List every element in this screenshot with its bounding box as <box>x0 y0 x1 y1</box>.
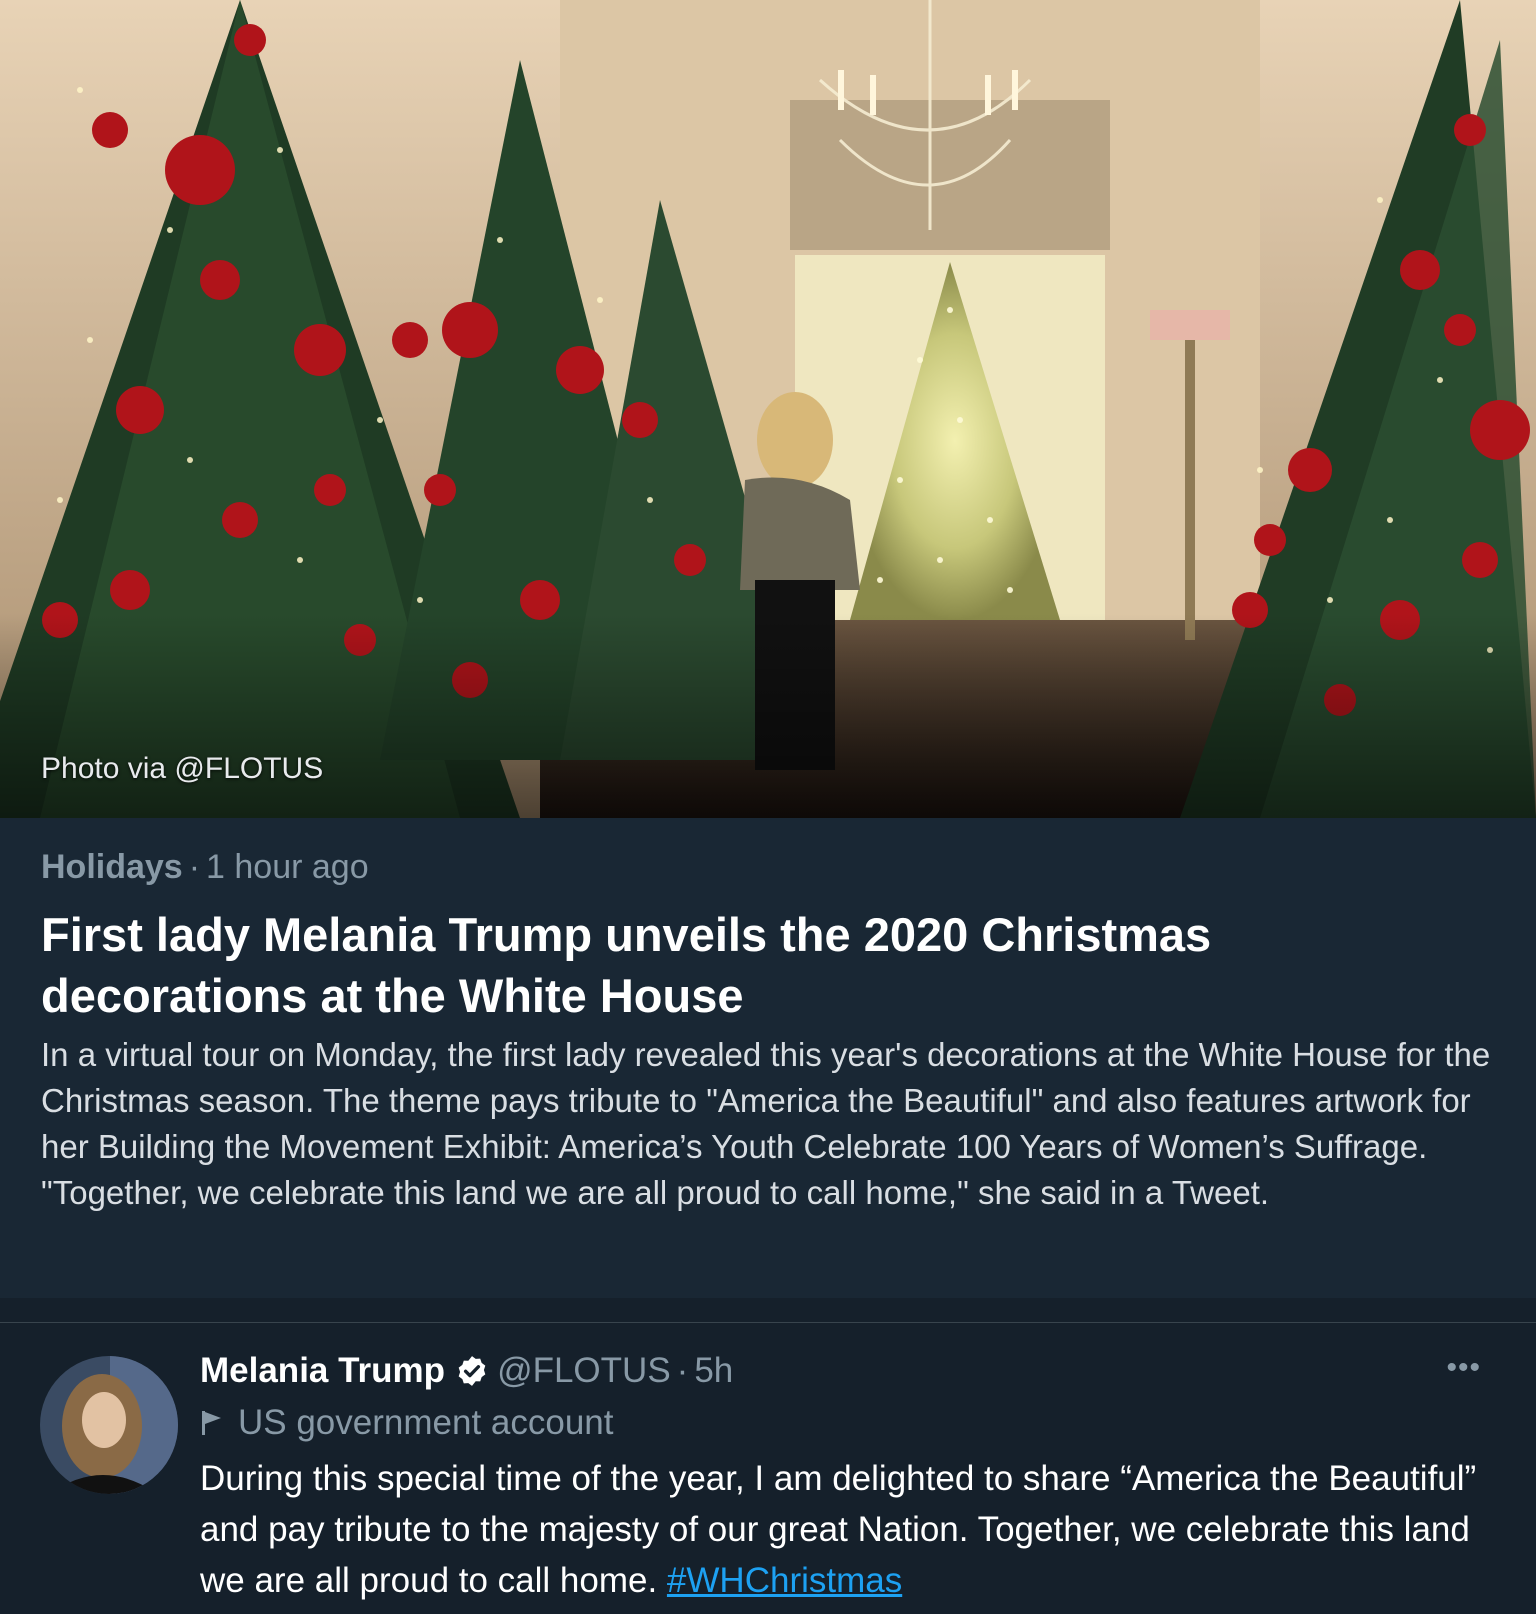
tweet[interactable]: Melania Trump @FLOTUS · 5h ••• US govern… <box>0 1323 1536 1614</box>
author-handle[interactable]: @FLOTUS <box>497 1349 671 1393</box>
avatar[interactable] <box>40 1356 178 1494</box>
tweet-header: Melania Trump @FLOTUS · 5h <box>200 1349 733 1393</box>
hero-image[interactable]: Photo via @FLOTUS <box>0 0 1536 818</box>
tweet-text: During this special time of the year, I … <box>200 1453 1490 1606</box>
author-name[interactable]: Melania Trump <box>200 1349 445 1393</box>
account-label-text: US government account <box>238 1403 614 1442</box>
article-headline[interactable]: First lady Melania Trump unveils the 202… <box>41 904 1481 1026</box>
hashtag-link[interactable]: #WHChristmas <box>667 1561 902 1600</box>
header-separator: · <box>676 1351 689 1390</box>
flag-icon <box>200 1409 224 1437</box>
photo-credit: Photo via @FLOTUS <box>41 752 324 785</box>
news-card[interactable]: Holidays · 1 hour ago First lady Melania T… <box>0 818 1536 1298</box>
article-time: 1 hour ago <box>206 848 369 886</box>
more-options-icon[interactable]: ••• <box>1446 1351 1481 1385</box>
article-summary: In a virtual tour on Monday, the first l… <box>41 1036 1491 1211</box>
hero-photo-illustration <box>0 0 1536 818</box>
article-meta: Holidays · 1 hour ago <box>41 848 369 887</box>
article-category: Holidays <box>41 848 183 886</box>
tweet-timestamp[interactable]: 5h <box>694 1349 733 1393</box>
meta-separator: · <box>188 848 201 886</box>
account-label: US government account <box>200 1403 613 1443</box>
avatar-image <box>40 1356 178 1494</box>
section-divider <box>0 1298 1536 1323</box>
verified-badge-icon <box>455 1354 489 1388</box>
